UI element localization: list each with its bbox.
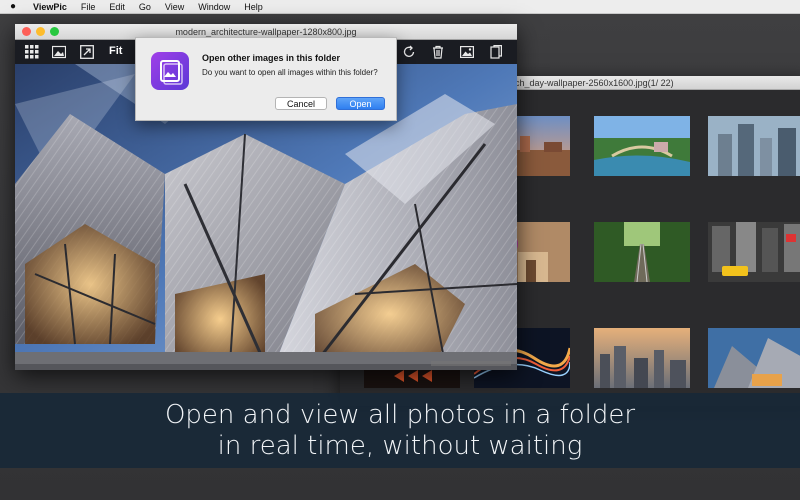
dialog-message: Do you want to open all images within th… (202, 68, 378, 77)
thumbnail-city-aerial-sunset[interactable] (594, 328, 690, 388)
menu-file[interactable]: File (74, 2, 103, 12)
cancel-button[interactable]: Cancel (275, 97, 327, 110)
promo-caption: Open and view all photos in a folder in … (0, 393, 800, 468)
thumbnail-new-york-taxi[interactable] (708, 222, 800, 282)
window-controls (22, 27, 59, 36)
menu-go[interactable]: Go (132, 2, 158, 12)
caption-line-2: in real time, without waiting (217, 431, 583, 461)
close-button[interactable] (22, 27, 31, 36)
trash-icon[interactable] (431, 45, 445, 59)
fit-button[interactable]: Fit (109, 45, 122, 57)
minimize-button[interactable] (36, 27, 45, 36)
zoom-button[interactable] (50, 27, 59, 36)
menu-edit[interactable]: Edit (102, 2, 132, 12)
viewer-status-bar (431, 361, 511, 366)
expand-icon[interactable] (80, 45, 94, 59)
thumbnail-skyscrapers-aerial[interactable] (708, 116, 800, 176)
caption-line-1: Open and view all photos in a folder (164, 400, 636, 430)
viewer-window-title: modern_architecture-wallpaper-1280x800.j… (175, 27, 357, 37)
dialog-title: Open other images in this folder (202, 53, 341, 63)
rotate-icon[interactable] (402, 45, 416, 59)
app-icon (151, 52, 189, 90)
apple-menu-icon[interactable]: ● (0, 1, 26, 12)
grid-icon[interactable] (25, 45, 39, 59)
thumbnail-railway-forest[interactable] (594, 222, 690, 282)
menu-help[interactable]: Help (237, 2, 270, 12)
thumbnail-modern-architecture[interactable] (708, 328, 800, 388)
menu-app[interactable]: ViewPic (26, 2, 74, 12)
gallery-icon[interactable] (460, 45, 475, 59)
menu-view[interactable]: View (158, 2, 191, 12)
image-icon[interactable] (51, 45, 67, 59)
thumbnail-river-bridge-town[interactable] (594, 116, 690, 176)
menu-window[interactable]: Window (191, 2, 237, 12)
open-folder-dialog: Open other images in this folder Do you … (135, 37, 397, 121)
menu-bar: ● ViewPic File Edit Go View Window Help (0, 0, 800, 14)
export-icon[interactable] (489, 45, 503, 59)
open-button[interactable]: Open (336, 97, 385, 110)
